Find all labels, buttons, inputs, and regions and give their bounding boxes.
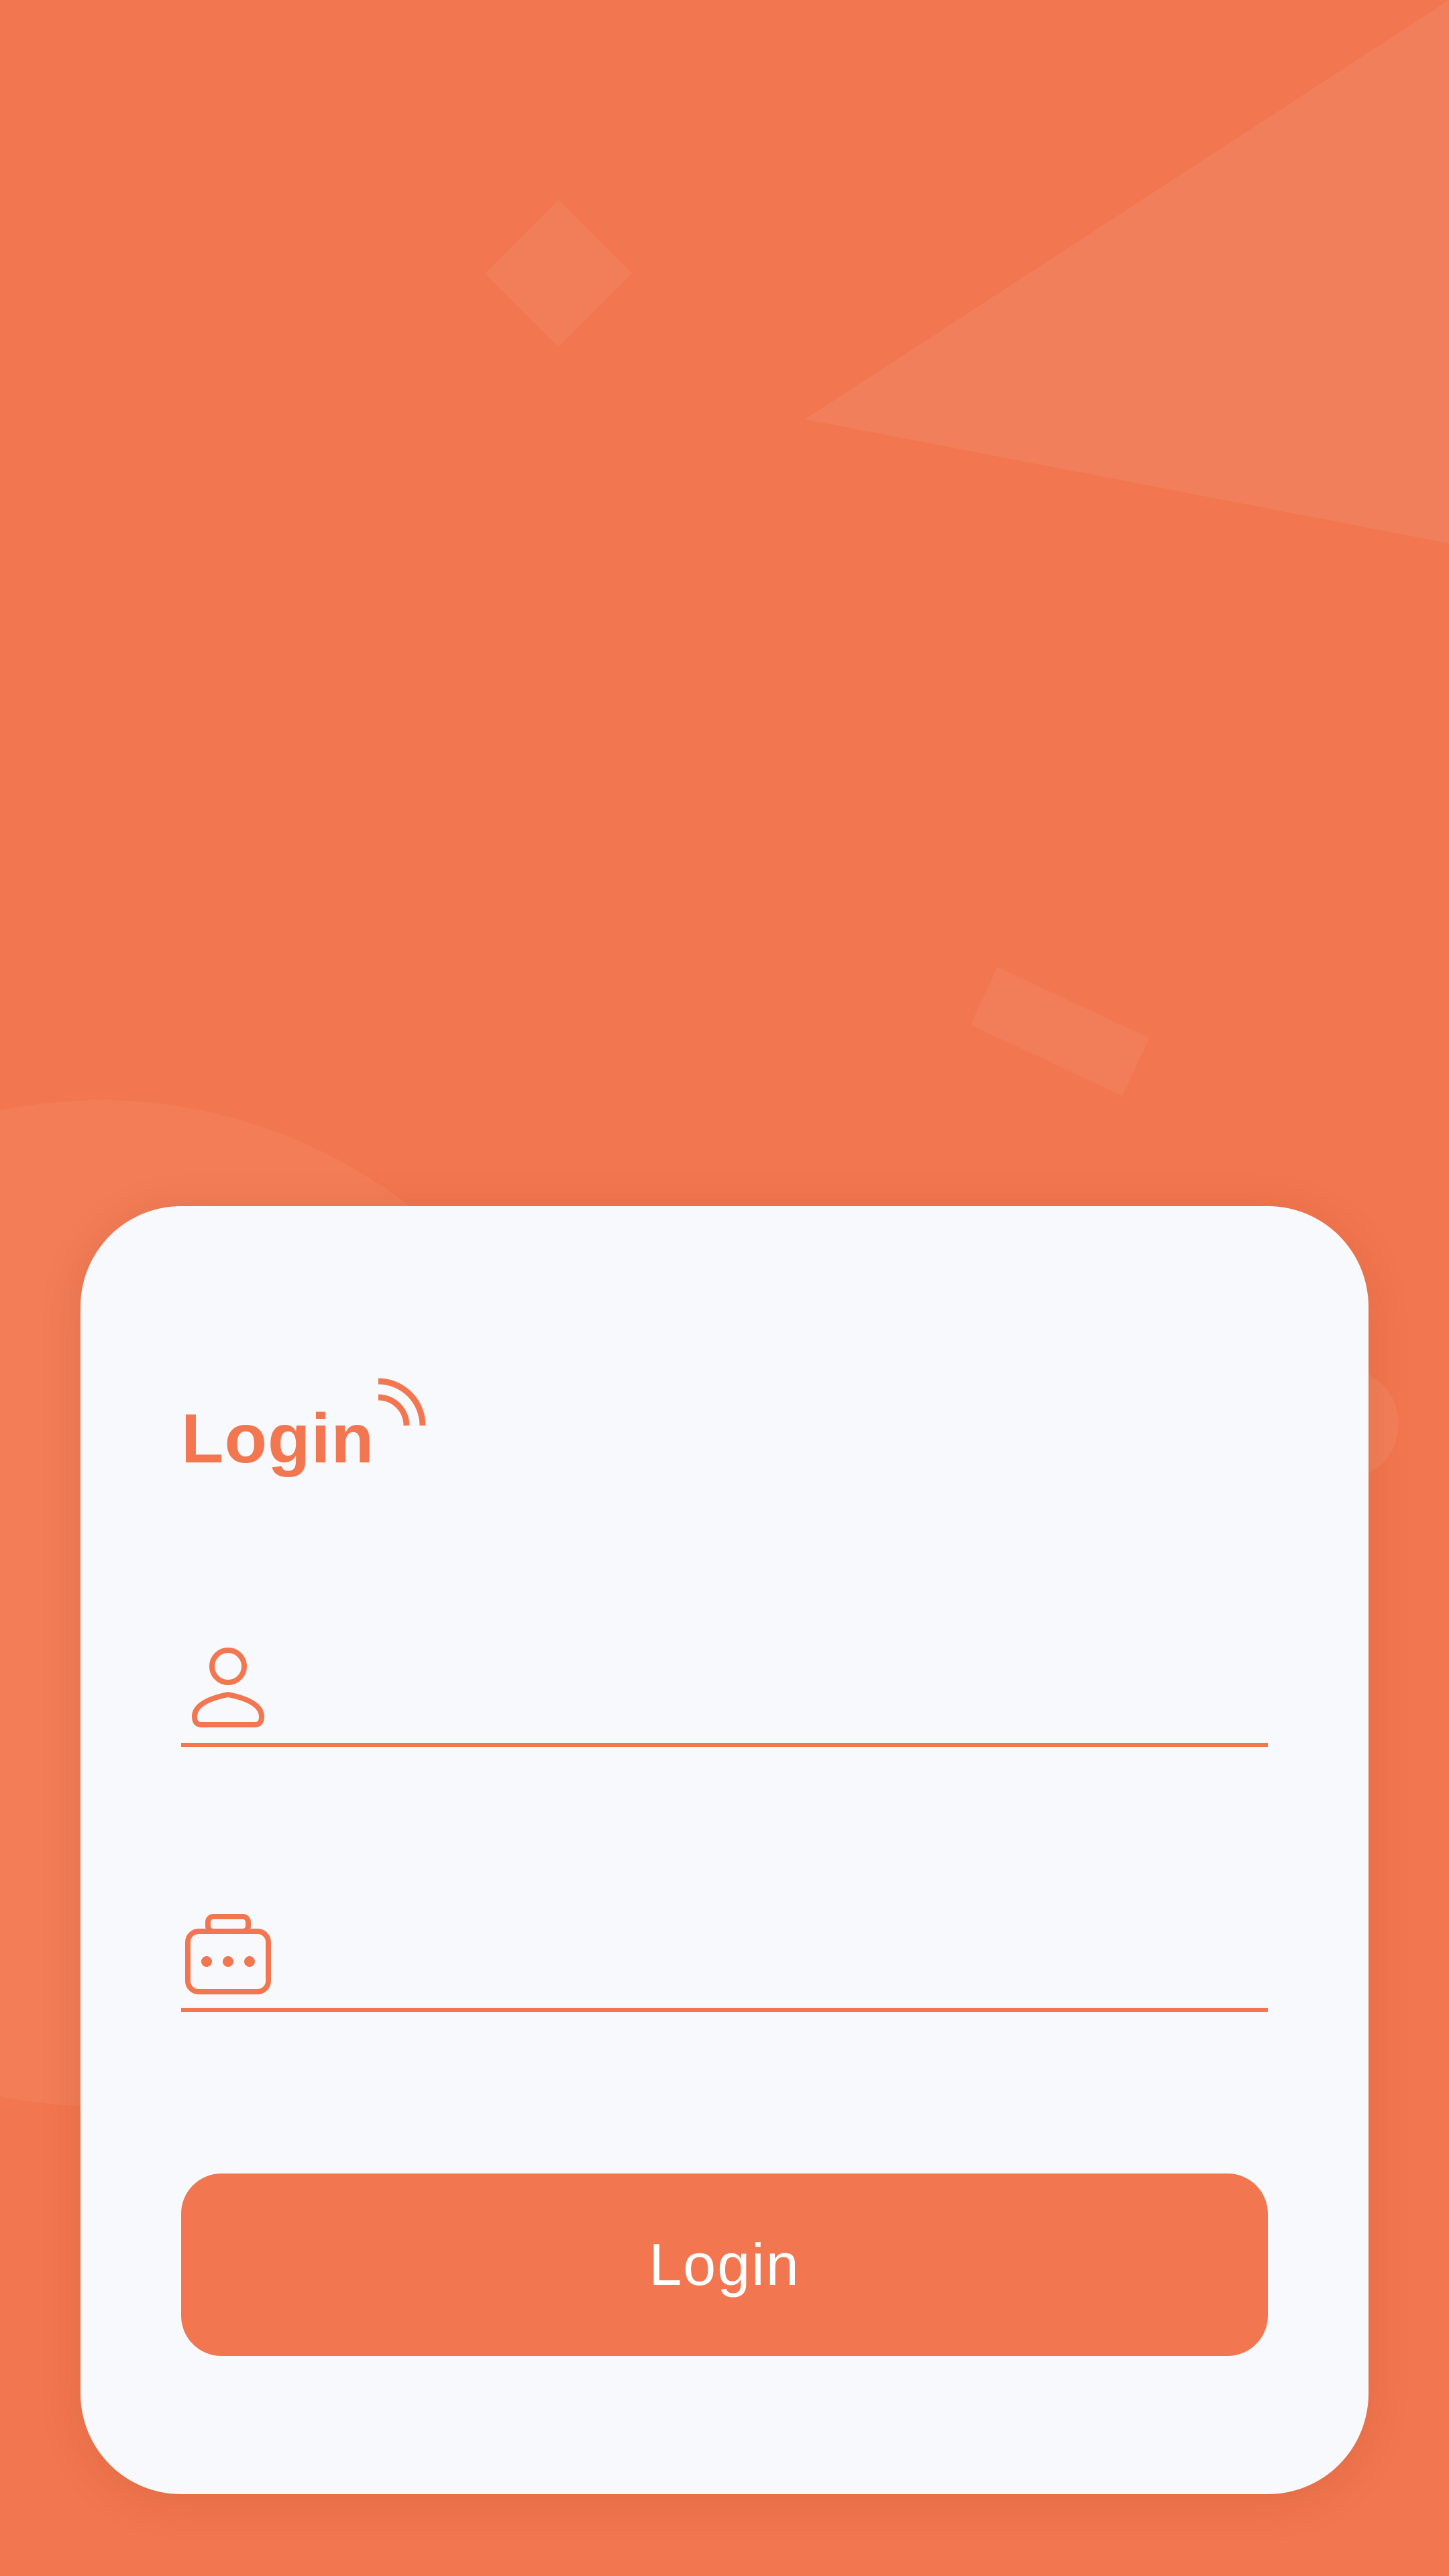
login-title-text: Login [181,1400,375,1478]
user-icon [192,1648,264,1727]
login-button[interactable]: Login [181,2174,1268,2356]
login-title: Login [181,1377,428,1474]
username-field [181,1635,1268,1747]
background-rectangle-decoration [970,967,1150,1096]
password-input[interactable] [295,1926,1268,2001]
background-triangle-decoration [805,0,1449,543]
wifi-signal-icon [378,1378,426,1426]
login-card: Login Login [80,1206,1368,2494]
password-field [181,1900,1268,2012]
username-input[interactable] [295,1661,1268,1736]
password-lock-icon [185,1914,271,1994]
login-screen: Login Login [0,0,1449,2576]
